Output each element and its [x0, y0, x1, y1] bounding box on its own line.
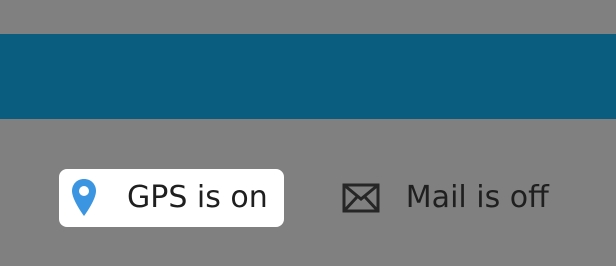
mail-status-label: Mail is off [405, 180, 549, 215]
mail-status-toggle[interactable]: Mail is off [326, 169, 549, 227]
gps-status-label: GPS is on [127, 180, 268, 215]
envelope-icon [342, 183, 380, 213]
map-pin-icon [71, 178, 97, 218]
gps-status-toggle[interactable]: GPS is on [59, 169, 284, 227]
top-bar [0, 34, 616, 119]
status-row: GPS is on Mail is off [59, 169, 549, 227]
